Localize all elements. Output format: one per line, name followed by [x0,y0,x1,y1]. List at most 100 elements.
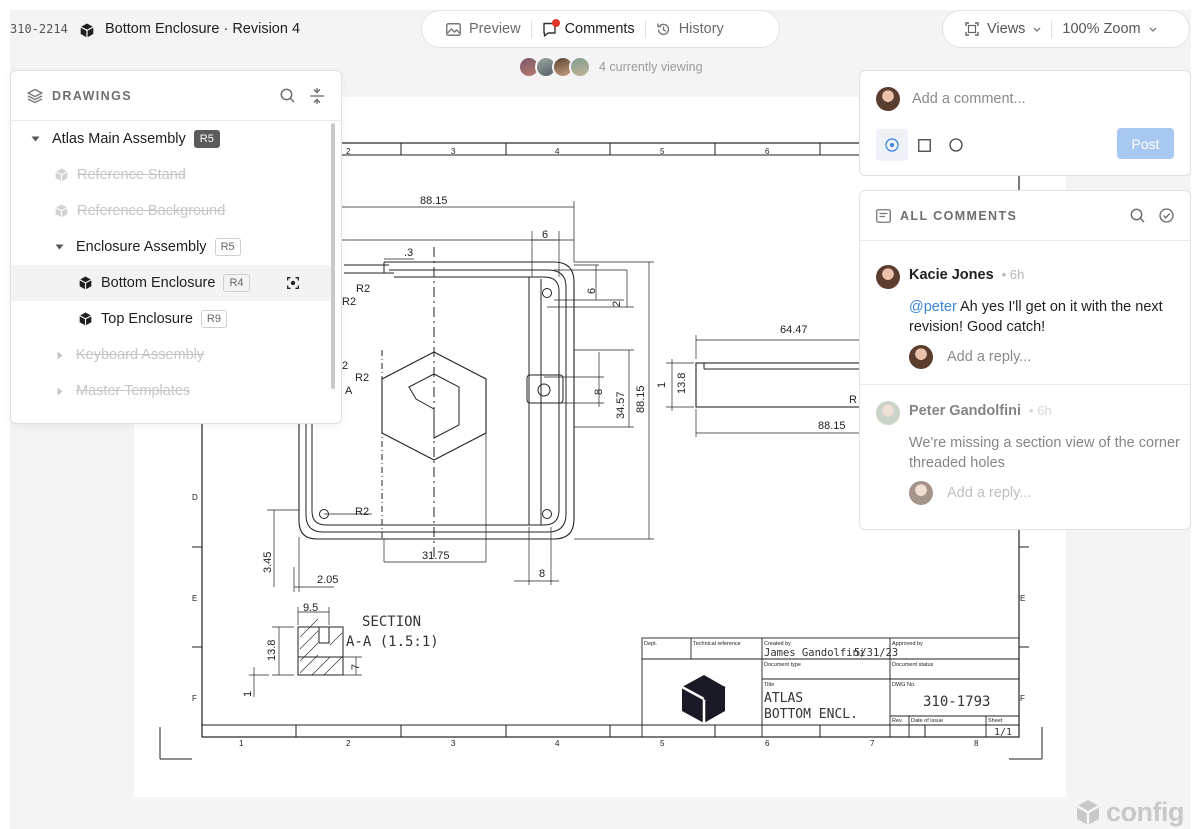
comment-icon [542,18,560,37]
tree-item-enclosure-assembly[interactable]: Enclosure Assembly R5 [11,229,331,265]
revision-badge: R5 [193,130,220,148]
tree-item-atlas-main-assembly[interactable]: Atlas Main Assembly R5 [11,121,331,157]
tb-created-by: James Gandolfini [764,647,865,659]
comment-body: We're missing a section view of the corn… [909,433,1181,473]
tab-label: Comments [564,21,635,37]
dimension-label: 7 [350,664,362,670]
caret-right-icon[interactable] [57,351,63,360]
dimension-label: 1 [242,691,254,697]
chevron-down-icon [1033,27,1041,32]
current-user-avatar [876,87,900,111]
col-label: 6 [765,147,770,156]
caret-down-icon[interactable] [31,136,40,142]
brand-watermark: config [1076,797,1185,828]
check-circle-icon[interactable] [1159,208,1174,223]
tb-label: Rev. [892,718,903,724]
author-avatar [876,401,900,425]
reply-row [909,345,1145,369]
tb-label: DWG No. [892,682,916,688]
tree-item-label: Keyboard Assembly [76,347,205,363]
dimension-label: R2 [355,506,369,518]
dimension-label: .3 [404,247,413,259]
dimension-label: 31.75 [422,550,450,562]
reply-input[interactable] [945,484,1145,502]
col-label: 5 [660,147,665,156]
comments-panel: ALL COMMENTS Kacie Jones • 6h @peter Ah … [859,190,1191,530]
comments-panel-title: ALL COMMENTS [900,208,1018,223]
section-scale: A-A (1.5:1) [346,634,439,650]
tab-label: History [678,21,724,37]
tree-item-label: Enclosure Assembly [76,239,207,255]
dimension-label: 2.05 [317,574,338,586]
chevron-down-icon [1149,27,1157,32]
collapse-all-icon[interactable] [309,87,325,104]
viewers-count: 4 currently viewing [599,60,703,74]
revision-badge: R5 [214,238,241,256]
col-label: 4 [555,739,560,748]
reply-input[interactable] [945,348,1145,366]
tab-history[interactable]: History [646,11,734,47]
comment-input[interactable] [910,90,1170,108]
search-icon[interactable] [1130,208,1145,223]
frame-icon [965,22,979,36]
views-dropdown[interactable]: Views [955,21,1051,37]
tab-comments[interactable]: Comments [532,11,645,47]
dimension-label: 88.15 [420,195,448,207]
document-id: 310-2214 [10,22,68,36]
comment-author: Kacie Jones [909,267,994,283]
tb-title-line2: BOTTOM ENCL. [764,707,858,722]
square-icon [917,138,931,152]
dimension-label: 8 [593,389,605,395]
tree-item-keyboard-assembly[interactable]: Keyboard Assembly [11,337,331,373]
col-label: 7 [870,739,875,748]
mention-link[interactable]: @peter [909,299,957,315]
dimension-label: 3.45 [262,552,274,573]
drawings-panel-title: DRAWINGS [52,88,132,103]
dimension-label: R2 [356,283,370,295]
focus-target-icon[interactable] [287,277,299,289]
tree-item-label: Master Templates [76,383,191,399]
col-label: 8 [974,739,979,748]
tree-item-label: Reference Stand [77,167,186,183]
tb-label: Document status [892,662,934,668]
comment-composer: Post [859,70,1191,176]
search-icon[interactable] [280,88,295,103]
comment-divider [860,384,1190,385]
target-point-icon [885,138,899,152]
col-label: 5 [660,739,665,748]
row-label: F [1020,694,1025,703]
tb-label: Document type [764,662,801,668]
dimension-label: 88.15 [818,420,846,432]
dimension-label: A [345,385,353,397]
comment-timestamp: 6h [1009,267,1025,282]
tab-preview[interactable]: Preview [436,11,531,47]
tree-item-master-templates[interactable]: Master Templates [11,373,331,409]
zoom-dropdown[interactable]: 100% Zoom [1052,21,1166,37]
dimension-label: 34.57 [615,391,627,419]
circle-icon [949,138,963,152]
tree-item-top-enclosure[interactable]: Top Enclosure R9 [11,301,331,337]
history-icon [656,23,669,35]
point-pin-tool[interactable] [876,129,908,161]
viewer-avatar [569,56,591,78]
drawings-scrollbar[interactable] [331,123,335,389]
document-title: Bottom Enclosure · Revision 4 [105,21,301,37]
rectangle-tool[interactable] [908,129,940,161]
dimension-label: R [849,394,857,406]
tb-dwg-no: 310-1793 [923,694,990,710]
caret-down-icon[interactable] [55,244,64,250]
dimension-label: 1 [656,382,668,388]
dimension-label: R2 [342,296,356,308]
post-button[interactable]: Post [1117,128,1174,159]
views-label: Views [987,21,1026,37]
circle-tool[interactable] [940,129,972,161]
caret-right-icon[interactable] [57,387,63,396]
col-label: 2 [346,739,351,748]
active-viewers[interactable]: 4 currently viewing [518,56,703,78]
tb-sheet: 1/1 [994,727,1012,738]
tree-item-reference-stand[interactable]: Reference Stand [11,157,331,193]
tree-item-label: Bottom Enclosure [101,275,216,291]
tree-item-label: Atlas Main Assembly [52,131,186,147]
tree-item-reference-background[interactable]: Reference Background [11,193,331,229]
tree-item-bottom-enclosure[interactable]: Bottom Enclosure R4 [11,265,331,301]
